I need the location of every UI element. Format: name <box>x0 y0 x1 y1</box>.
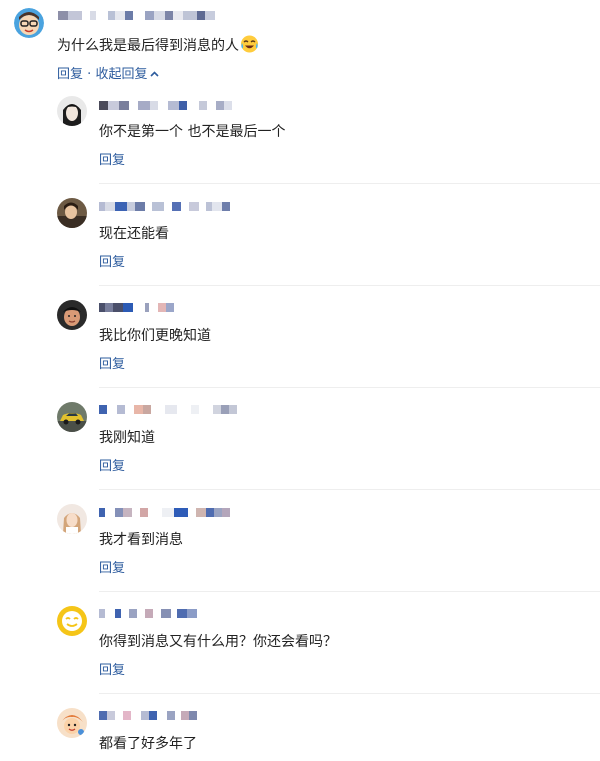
separator: · <box>87 67 92 82</box>
face-avatar-icon <box>57 300 87 330</box>
divider <box>99 387 600 388</box>
crying-laughing-face-icon <box>240 35 259 59</box>
reply-avatar[interactable] <box>57 96 87 126</box>
divider <box>99 489 600 490</box>
divider <box>99 183 600 184</box>
username-blurred[interactable] <box>99 709 197 722</box>
reply-avatar[interactable] <box>57 504 87 534</box>
reply-button[interactable]: 回复 <box>99 662 125 680</box>
reply-button[interactable]: 回复 <box>99 254 125 272</box>
reply-text: 现在还能看 <box>99 226 169 242</box>
reply-avatar[interactable] <box>57 300 87 330</box>
yellow-face-avatar-icon <box>57 606 87 636</box>
divider <box>99 591 600 592</box>
username-blurred[interactable] <box>99 506 230 519</box>
username-blurred[interactable] <box>58 9 215 22</box>
dark-hair-avatar-icon <box>57 96 87 126</box>
reply-text: 我比你们更晚知道 <box>99 328 211 344</box>
reply-button[interactable]: 回复 <box>99 458 125 476</box>
cartoon-avatar-icon <box>57 708 87 738</box>
collapse-replies-button[interactable]: 收起回复 <box>95 65 160 83</box>
reply-button[interactable]: 回复 <box>99 152 125 170</box>
main-comment-text: 为什么我是最后得到消息的人 <box>57 35 259 59</box>
reply-button[interactable]: 回复 <box>99 560 125 578</box>
reply-avatar[interactable] <box>57 606 87 636</box>
chevron-up-icon <box>150 65 160 83</box>
username-blurred[interactable] <box>99 403 237 416</box>
girl-avatar-icon <box>57 504 87 534</box>
reply-avatar[interactable] <box>57 402 87 432</box>
divider <box>99 285 600 286</box>
reply-button[interactable]: 回复 <box>57 67 83 82</box>
reply-avatar[interactable] <box>57 198 87 228</box>
main-comment-avatar[interactable] <box>14 8 44 38</box>
reply-text: 我刚知道 <box>99 430 155 446</box>
username-blurred[interactable] <box>99 607 197 620</box>
divider <box>99 693 600 694</box>
portrait-avatar-icon <box>57 198 87 228</box>
username-blurred[interactable] <box>99 301 174 314</box>
reply-text: 你得到消息又有什么用？你还会看吗？ <box>99 634 337 650</box>
username-blurred[interactable] <box>99 200 230 213</box>
username-blurred[interactable] <box>99 99 232 112</box>
main-reply-row: 回复 · 收起回复 <box>57 65 160 84</box>
reply-avatar[interactable] <box>57 708 87 738</box>
reply-text: 你不是第一个 也不是最后一个 <box>99 124 286 140</box>
reply-button[interactable]: 回复 <box>99 356 125 374</box>
reply-text: 我才看到消息 <box>99 532 183 548</box>
nerd-avatar-icon <box>14 8 44 38</box>
car-avatar-icon <box>57 402 87 432</box>
reply-text: 都看了好多年了 <box>99 736 197 752</box>
